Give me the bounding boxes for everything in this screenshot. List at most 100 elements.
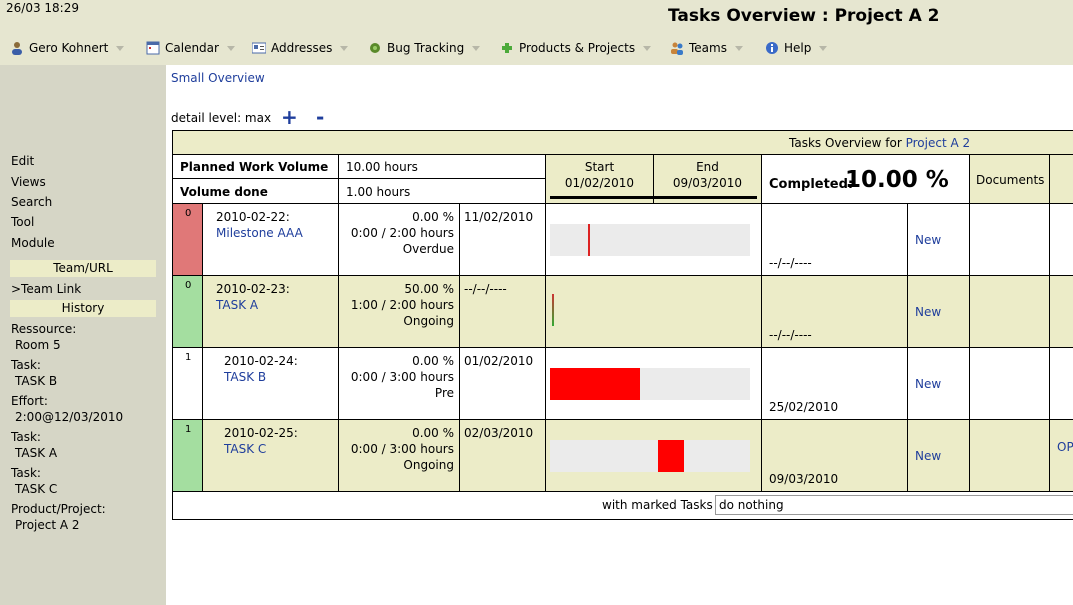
menu-item-help[interactable]: Help (765, 36, 828, 60)
planned-label: Planned Work Volume (180, 160, 329, 174)
task-status: Ongoing (403, 458, 454, 472)
history-header: History (10, 300, 156, 317)
task-end-date: --/--/---- (769, 256, 812, 270)
task-name-link[interactable]: TASK A (216, 298, 258, 312)
task-end-date: 09/03/2010 (769, 472, 839, 486)
done-label-cell: Volume done (172, 178, 339, 204)
menu-item-addresses[interactable]: Addresses (252, 36, 349, 60)
completed-value: 10.00 % (845, 167, 949, 193)
gantt-cell (545, 419, 762, 492)
menu-item-bug-tracking[interactable]: Bug Tracking (368, 36, 481, 60)
progress-cell: 0.00 % 0:00 / 2:00 hours Overdue (338, 203, 460, 276)
sidebar-link-module[interactable]: Module (11, 236, 55, 250)
history-label: Product/Project: (11, 502, 106, 516)
documents-header-cell: Documents (969, 154, 1050, 204)
gantt-bar (552, 294, 554, 326)
task-name-cell: 2010-02-24: TASK B (202, 347, 339, 420)
planned-value: 10.00 hours (346, 160, 418, 174)
history-value[interactable]: TASK C (15, 482, 57, 496)
end-date-cell: 09/03/2010 (761, 419, 908, 492)
priority-value: 1 (185, 352, 192, 363)
increase-detail-button[interactable]: + (281, 105, 298, 129)
team-url-header: Team/URL (10, 260, 156, 277)
gantt-bar (588, 224, 590, 256)
user-icon (12, 42, 22, 55)
extra-cell: OP (1049, 419, 1073, 492)
documents-cell (969, 275, 1050, 348)
chevron-down-icon (226, 45, 235, 51)
task-hours: 0:00 / 3:00 hours (350, 370, 454, 384)
menu-item-products-projects[interactable]: Products & Projects (500, 36, 652, 60)
end-label: End (696, 160, 719, 174)
history-label: Task: (11, 430, 41, 444)
task-hours: 0:00 / 2:00 hours (350, 226, 454, 240)
history-value[interactable]: Project A 2 (15, 518, 80, 532)
task-name-link[interactable]: Milestone AAA (216, 226, 303, 240)
new-doc-cell: New (907, 275, 970, 348)
open-link[interactable]: OP (1057, 440, 1073, 454)
menu-label: Bug Tracking (387, 41, 465, 55)
task-start-date: --/--/---- (464, 282, 507, 296)
extra-header-cell (1049, 154, 1073, 204)
team-link[interactable]: >Team Link (11, 282, 81, 296)
end-date-cell: 25/02/2010 (761, 347, 908, 420)
menu-label: Teams (689, 41, 727, 55)
priority-value: 0 (185, 208, 192, 219)
menu-item-teams[interactable]: Teams (670, 36, 743, 60)
sidebar-link-tool[interactable]: Tool (11, 215, 34, 229)
new-link[interactable]: New (915, 233, 941, 247)
history-value[interactable]: TASK B (15, 374, 57, 388)
planned-label-cell: Planned Work Volume (172, 154, 339, 179)
bug-icon (370, 43, 380, 53)
sidebar-link-views[interactable]: Views (11, 175, 46, 189)
history-value[interactable]: TASK A (15, 446, 57, 460)
page-title: Tasks Overview : Project A 2 (668, 6, 940, 26)
start-date: 01/02/2010 (564, 176, 635, 190)
menu-item-calendar[interactable]: Calendar (146, 36, 235, 60)
menu-label: Addresses (271, 41, 333, 55)
new-link[interactable]: New (915, 377, 941, 391)
done-value-cell: 1.00 hours (338, 178, 546, 204)
task-end-date: --/--/---- (769, 328, 812, 342)
new-link[interactable]: New (915, 305, 941, 319)
small-overview-link[interactable]: Small Overview (171, 71, 265, 85)
table-title: Tasks Overview for Project A 2 (789, 136, 970, 150)
sidebar-link-edit[interactable]: Edit (11, 154, 34, 168)
menu-label: Help (784, 41, 812, 55)
gantt-cell (545, 275, 762, 348)
priority-value: 0 (185, 280, 192, 291)
marked-action-select[interactable]: do nothing (715, 495, 1073, 515)
table-title-bar: Tasks Overview for Project A 2 (172, 130, 1073, 155)
task-date: 2010-02-25: (224, 426, 298, 440)
task-hours: 0:00 / 3:00 hours (350, 442, 454, 456)
main-content: Small Overview detail level: max + - Tas… (166, 65, 1073, 605)
chevron-down-icon (734, 45, 743, 51)
planned-value-cell: 10.00 hours (338, 154, 546, 179)
task-name-link[interactable]: TASK C (224, 442, 266, 456)
end-date-cell: --/--/---- (761, 275, 908, 348)
task-name-link[interactable]: TASK B (224, 370, 266, 384)
team-icon (671, 42, 683, 55)
task-name-cell: 2010-02-22: Milestone AAA (202, 203, 339, 276)
puzzle-icon (502, 43, 512, 53)
completed-label: Completed: (769, 177, 854, 192)
decrease-detail-button[interactable]: - (316, 105, 324, 129)
sidebar-link-search[interactable]: Search (11, 195, 52, 209)
menu-item-user[interactable]: Gero Kohnert (10, 36, 125, 60)
table-title-project-link[interactable]: Project A 2 (906, 136, 971, 150)
chevron-down-icon (643, 45, 652, 51)
history-value[interactable]: 2:00@12/03/2010 (15, 410, 123, 424)
table-title-prefix: Tasks Overview for (789, 136, 906, 150)
start-date-cell: 11/02/2010 (459, 203, 546, 276)
task-date: 2010-02-23: (216, 282, 290, 296)
priority-value: 1 (185, 424, 192, 435)
history-value[interactable]: Room 5 (15, 338, 61, 352)
progress-cell: 0.00 % 0:00 / 3:00 hours Ongoing (338, 419, 460, 492)
documents-cell (969, 419, 1050, 492)
history-label: Effort: (11, 394, 48, 408)
new-link[interactable]: New (915, 449, 941, 463)
task-date: 2010-02-22: (216, 210, 290, 224)
help-icon (766, 42, 778, 54)
menu-label: Gero Kohnert (29, 41, 109, 55)
task-start-date: 02/03/2010 (464, 426, 534, 440)
